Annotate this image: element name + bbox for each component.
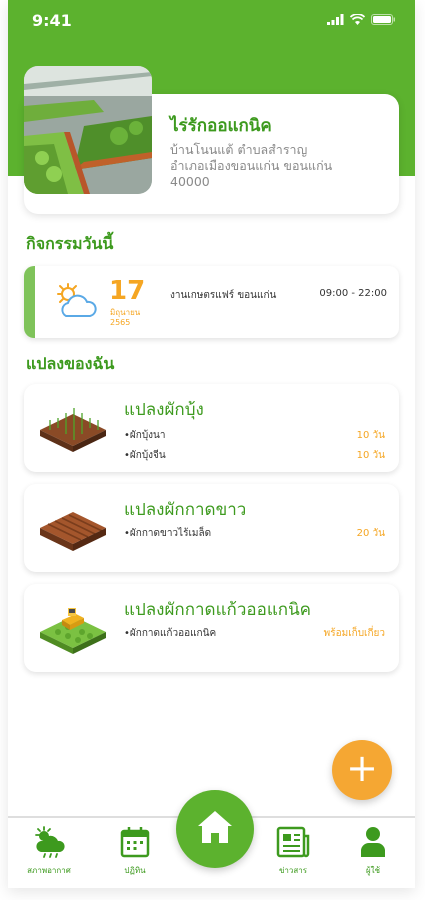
activity-year: 2565 bbox=[110, 318, 131, 327]
plot-crop-row: •ผักบุ้งจีน 10 วัน bbox=[124, 448, 385, 464]
status-bar: 9:41 bbox=[8, 0, 415, 44]
signal-icon bbox=[327, 14, 344, 25]
crop-status: 20 วัน bbox=[356, 528, 385, 539]
plots-title: แปลงของฉัน bbox=[26, 354, 115, 373]
home-icon bbox=[198, 811, 232, 843]
farm-photo bbox=[24, 66, 152, 194]
crop-name: •ผักกาดขาวไร้เมล็ด bbox=[124, 528, 212, 539]
battery-icon bbox=[371, 14, 395, 25]
plot-card[interactable]: แปลงผักกาดแก้วออแกนิค •ผักกาดแก้วออแกนิค… bbox=[24, 584, 399, 672]
soil-plot-icon bbox=[40, 512, 106, 551]
nav-calendar[interactable]: ปฏิทิน bbox=[100, 826, 170, 877]
home-button[interactable] bbox=[176, 790, 254, 868]
nav-weather[interactable]: สภาพอากาศ bbox=[14, 826, 84, 877]
nav-news[interactable]: ข่าวสาร bbox=[258, 826, 328, 877]
farm-address-line: อำเภอเมืองขอนแก่น ขอนแก่น bbox=[170, 158, 333, 173]
plot-crop-row: •ผักกาดแก้วออแกนิค พร้อมเก็บเกี่ยว bbox=[124, 626, 385, 642]
partly-cloudy-icon bbox=[57, 283, 97, 317]
activity-day: 17 bbox=[109, 276, 146, 306]
farm-card[interactable]: ไร่รักออแกนิค บ้านโนนแต้ ตำบลสำราญ อำเภอ… bbox=[24, 66, 399, 214]
add-button[interactable]: + bbox=[332, 740, 392, 800]
plot-crop-row: •ผักบุ้งนา 10 วัน bbox=[124, 428, 385, 444]
app-screen: 9:41 ไร่รักออแกนิค บ้านโนนแต้ ตำบลสำราญ … bbox=[8, 0, 415, 888]
nav-label: ปฏิทิน bbox=[124, 866, 146, 875]
activity-month: มิถุนายน bbox=[110, 308, 141, 317]
news-icon bbox=[276, 826, 310, 858]
harvester-plot-icon bbox=[40, 608, 106, 654]
plot-crop-row: •ผักกาดขาวไร้เมล็ด 20 วัน bbox=[124, 526, 385, 542]
status-time: 9:41 bbox=[32, 11, 72, 30]
wifi-icon bbox=[350, 14, 365, 25]
activity-accent-bar bbox=[24, 266, 35, 338]
crop-name: •ผักกาดแก้วออแกนิค bbox=[124, 628, 217, 639]
activity-event-name: งานเกษตรแฟร์ ขอนแก่น bbox=[170, 290, 277, 301]
crop-status: พร้อมเก็บเกี่ยว bbox=[323, 628, 385, 639]
plot-card[interactable]: แปลงผักบุ้ง •ผักบุ้งนา 10 วัน •ผักบุ้งจี… bbox=[24, 384, 399, 472]
farm-address-line: บ้านโนนแต้ ตำบลสำราญ bbox=[170, 142, 308, 157]
farm-address: บ้านโนนแต้ ตำบลสำราญ อำเภอเมืองขอนแก่น ข… bbox=[170, 142, 380, 190]
seedling-plot-icon bbox=[40, 408, 106, 452]
plot-name: แปลงผักกาดแก้วออแกนิค bbox=[124, 600, 312, 620]
crop-name: •ผักบุ้งนา bbox=[124, 430, 166, 441]
plot-card[interactable]: แปลงผักกาดขาว •ผักกาดขาวไร้เมล็ด 20 วัน bbox=[24, 484, 399, 572]
activity-date: มิถุนายน 2565 bbox=[110, 308, 140, 328]
farm-address-line: 40000 bbox=[170, 174, 210, 189]
nav-label: ผู้ใช้ bbox=[365, 866, 381, 875]
activity-time: 09:00 - 22:00 bbox=[319, 288, 387, 299]
activity-card[interactable]: 17 มิถุนายน 2565 งานเกษตรแฟร์ ขอนแก่น 09… bbox=[24, 266, 399, 338]
nav-user[interactable]: ผู้ใช้ bbox=[338, 826, 408, 877]
weather-icon bbox=[35, 826, 65, 858]
nav-label: ข่าวสาร bbox=[278, 866, 308, 875]
crop-status: 10 วัน bbox=[356, 450, 385, 461]
calendar-icon bbox=[120, 827, 150, 858]
activities-title: กิจกรรมวันนี้ bbox=[26, 234, 114, 253]
nav-label: สภาพอากาศ bbox=[27, 866, 71, 875]
plot-name: แปลงผักบุ้ง bbox=[124, 400, 204, 420]
farm-name: ไร่รักออแกนิค bbox=[170, 116, 272, 136]
status-icons bbox=[327, 14, 395, 25]
user-icon bbox=[361, 827, 385, 857]
plot-name: แปลงผักกาดขาว bbox=[124, 500, 247, 520]
crop-status: 10 วัน bbox=[356, 430, 385, 441]
crop-name: •ผักบุ้งจีน bbox=[124, 450, 166, 461]
